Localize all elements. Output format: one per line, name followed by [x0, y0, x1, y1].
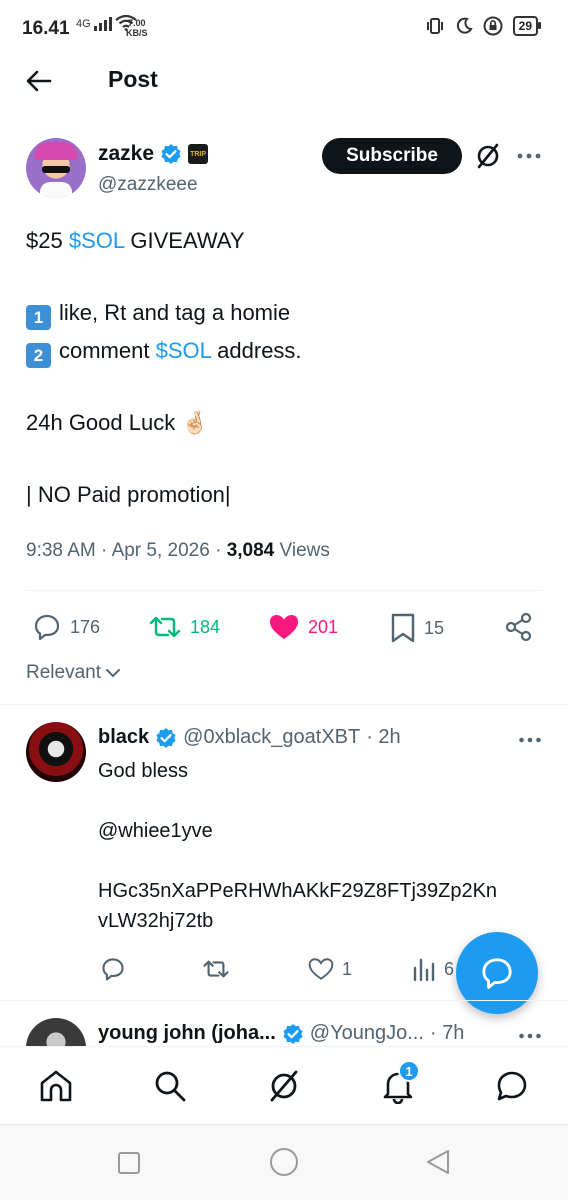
- heart-filled-icon: [270, 615, 298, 639]
- reply-mention-link[interactable]: @whiee1yve: [98, 820, 213, 843]
- post-line-luck: 24h Good Luck 🤞🏻: [26, 410, 209, 435]
- reply-author-handle[interactable]: @0xblack_goatXBT: [183, 726, 360, 749]
- analytics-icon: [413, 958, 435, 982]
- more-options-icon[interactable]: [518, 1026, 542, 1046]
- reply-address-line2: vLW32hj72tb: [98, 910, 214, 932]
- reply-author-name[interactable]: young john (joha...: [98, 1022, 276, 1045]
- reply-views-count: 6: [444, 958, 455, 979]
- repost-count: 184: [190, 616, 221, 637]
- reply-views-action[interactable]: 6: [412, 956, 454, 982]
- reply-time[interactable]: · 7h: [430, 1022, 464, 1045]
- post-time[interactable]: 9:38 AM: [26, 540, 96, 561]
- more-options-icon[interactable]: [516, 146, 542, 166]
- reply-author-name[interactable]: black: [98, 726, 149, 749]
- chat-bubble-icon: [482, 958, 512, 989]
- signal-icon: [93, 17, 112, 31]
- post-line-step1: 1 like, Rt and tag a homie: [26, 300, 290, 330]
- notification-badge: 1: [398, 1060, 420, 1082]
- cashtag-sol-link-2[interactable]: $SOL: [156, 338, 211, 363]
- divider: [0, 704, 568, 705]
- reply-count: 176: [70, 616, 101, 637]
- heart-icon: [308, 958, 334, 980]
- verified-badge-icon: [156, 727, 176, 748]
- repost-icon[interactable]: [202, 956, 230, 982]
- recents-square-icon[interactable]: [116, 1150, 142, 1176]
- bookmark-icon: [391, 613, 415, 643]
- more-options-icon[interactable]: [518, 730, 542, 750]
- author-handle[interactable]: @zazzkeee: [98, 174, 198, 196]
- giveaway-word: GIVEAWAY: [124, 228, 245, 253]
- back-arrow-icon[interactable]: [24, 66, 54, 96]
- step2-prefix: comment: [59, 338, 156, 363]
- like-action[interactable]: 201: [268, 612, 338, 642]
- reply-time[interactable]: · 2h: [366, 726, 400, 749]
- like-count: 201: [308, 616, 339, 637]
- sort-dropdown[interactable]: Relevant: [26, 662, 121, 684]
- views-count: 3,084: [226, 540, 275, 561]
- lock-icon: [483, 16, 503, 36]
- verified-badge-icon: [283, 1023, 303, 1044]
- step2-suffix: address.: [211, 338, 302, 363]
- reply-address-line1: HGc35nXaPPeRHWhAKkF29Z8FTj39Zp2Kn: [98, 880, 498, 902]
- speed-value: 7.00: [127, 18, 146, 28]
- messages-icon[interactable]: [494, 1068, 530, 1104]
- grok-icon[interactable]: [266, 1068, 302, 1104]
- post-meta: 9:38 AM · Apr 5, 2026 · 3,084 Views: [26, 540, 330, 561]
- reply-like-count: 1: [342, 958, 353, 979]
- search-icon[interactable]: [152, 1068, 188, 1104]
- giveaway-amount: $25: [26, 228, 69, 253]
- share-icon[interactable]: [504, 612, 534, 642]
- post-line-step2: 2 comment $SOL address.: [26, 338, 302, 368]
- home-circle-icon[interactable]: [268, 1146, 300, 1178]
- divider: [0, 1000, 568, 1001]
- post-line-promo: | NO Paid promotion|: [26, 482, 231, 507]
- network-type: 4G: [76, 18, 91, 30]
- vibrate-icon: [426, 18, 443, 34]
- reply-icon[interactable]: [100, 956, 126, 982]
- reply-text: God bless: [98, 760, 189, 782]
- reply-header: young john (joha... @YoungJo... · 7h: [98, 1022, 464, 1045]
- author-avatar[interactable]: [26, 138, 86, 198]
- compose-reply-button[interactable]: [456, 932, 538, 1014]
- reply-avatar[interactable]: [26, 722, 86, 782]
- author-name-row[interactable]: zazke TRIP: [98, 142, 209, 166]
- back-triangle-icon[interactable]: [424, 1148, 452, 1176]
- divider: [26, 590, 542, 591]
- cashtag-sol-link[interactable]: $SOL: [69, 228, 124, 253]
- page-title: Post: [108, 66, 158, 92]
- keycap-one-icon: 1: [26, 305, 51, 330]
- reply-action[interactable]: 176: [32, 612, 100, 642]
- subscribe-button[interactable]: Subscribe: [322, 138, 462, 174]
- repost-icon: [149, 616, 181, 638]
- post-line-giveaway: $25 $SOL GIVEAWAY: [26, 228, 245, 254]
- sort-label: Relevant: [26, 662, 101, 683]
- status-time: 16.41: [22, 18, 70, 39]
- home-icon[interactable]: [38, 1068, 74, 1104]
- post-date[interactable]: Apr 5, 2026: [112, 540, 210, 561]
- status-bar: 16.41 4G 7.00 KB/S 29: [0, 0, 568, 60]
- verified-badge-icon: [161, 144, 181, 164]
- views-label: Views: [274, 540, 330, 561]
- status-icons: 29: [425, 16, 542, 36]
- repost-action[interactable]: 184: [148, 612, 220, 642]
- chevron-down-icon: [106, 669, 120, 678]
- bookmark-count: 15: [424, 617, 445, 638]
- reply-like-action[interactable]: 1: [308, 956, 352, 982]
- network-speed: 7.00 KB/S: [126, 18, 148, 38]
- grok-icon[interactable]: [474, 142, 502, 170]
- speed-unit: KB/S: [126, 28, 148, 38]
- battery-indicator: 29: [512, 16, 542, 36]
- reply-icon: [34, 614, 60, 641]
- keycap-two-icon: 2: [26, 343, 51, 368]
- moon-icon: [456, 17, 473, 34]
- step1-text: like, Rt and tag a homie: [59, 300, 291, 325]
- reply-author-handle[interactable]: @YoungJo...: [310, 1022, 424, 1045]
- author-name[interactable]: zazke: [98, 142, 154, 166]
- reply-header: black @0xblack_goatXBT · 2h: [98, 726, 401, 749]
- bookmark-action[interactable]: 15: [390, 612, 444, 644]
- affiliate-badge[interactable]: TRIP: [188, 144, 209, 164]
